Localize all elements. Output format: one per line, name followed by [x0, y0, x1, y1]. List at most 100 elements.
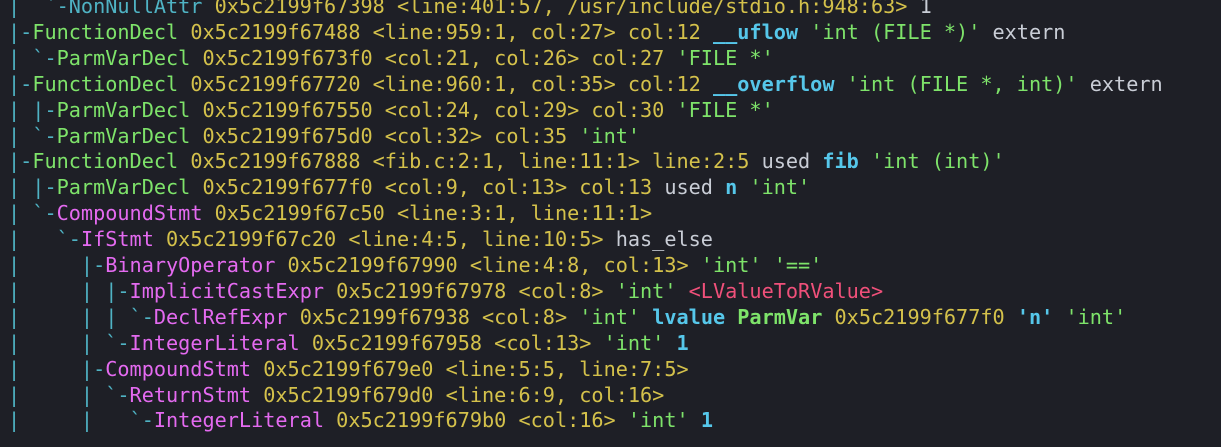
ast-token-addr: 0x5c2199f679b0 — [336, 408, 519, 433]
ast-token-num: 1 — [700, 408, 713, 433]
ast-token-mag: DeclRefExpr — [153, 304, 300, 329]
ast-token-grnb: ParmVar — [737, 304, 835, 329]
ast-token-grn: FunctionDecl — [32, 19, 191, 44]
ast-token-loc: <col:16> — [518, 408, 628, 433]
ast-token-grn: ParmVarDecl — [56, 175, 203, 200]
ast-token-loc: <fib.c:2:1, line:11:1> line:2:5 — [372, 149, 762, 174]
ast-token-str: 'FILE *' — [676, 97, 774, 122]
ast-token-loc: <line:5:5, line:7:5> — [445, 356, 689, 381]
ast-token-mag: CompoundStmt — [105, 356, 264, 381]
ast-line: | |-BinaryOperator 0x5c2199f67990 <line:… — [8, 252, 822, 278]
ast-token-addr: 0x5c2199f679d0 — [263, 382, 446, 407]
ast-token-str: 'FILE *' — [676, 45, 774, 70]
ast-token-id: __uflow — [712, 19, 811, 44]
ast-token-plain: used — [664, 175, 726, 200]
ast-token-mag: ImplicitCastExpr — [129, 278, 337, 303]
ast-token-str: 'int' — [615, 278, 689, 303]
ast-token-loc: <col:8> — [482, 304, 580, 329]
ast-token-str: 'int (FILE *, int)' — [846, 71, 1090, 96]
ast-token-addr: 0x5c2199f677f0 — [202, 175, 385, 200]
ast-token-addr: 0x5c2199f67c20 — [166, 227, 349, 252]
ast-token-id: n — [725, 175, 750, 200]
terminal-output[interactable]: | `-NonNullAttr 0x5c2199f67398 <line:401… — [0, 0, 1221, 447]
ast-token-str: 'int (int)' — [870, 149, 1005, 174]
ast-token-grn: FunctionDecl — [32, 149, 191, 174]
ast-token-red: <LValueToRValue> — [688, 278, 884, 303]
ast-line: | `-ParmVarDecl 0x5c2199f673f0 <col:21, … — [8, 45, 774, 71]
ast-token-addr: 0x5c2199f67c50 — [214, 201, 397, 226]
ast-token-mag: CompoundStmt — [56, 201, 215, 226]
ast-token-loc: <col:21, col:26> col:27 — [384, 45, 677, 70]
ast-token-id: __overflow — [712, 71, 847, 96]
ast-token-addr: 0x5c2199f67958 — [311, 330, 495, 355]
ast-token-mag: BinaryOperator — [105, 253, 288, 277]
ast-token-num: 1 — [676, 330, 689, 355]
ast-token-loc: <col:8> — [518, 278, 616, 303]
ast-token-mag: ReturnStmt — [129, 382, 264, 407]
ast-token-grn: ParmVarDecl — [56, 45, 203, 70]
ast-token-loc: <col:9, col:13> col:13 — [384, 175, 665, 200]
ast-token-tree: | | `- — [8, 330, 130, 355]
ast-token-tree: | |- — [8, 97, 57, 122]
ast-token-tree: | `- — [8, 45, 57, 70]
ast-token-tree: | `- — [8, 227, 81, 252]
ast-token-tree: |- — [8, 71, 33, 96]
ast-token-tree: | `- — [8, 123, 57, 148]
ast-token-addr: 0x5c2199f67990 — [287, 253, 470, 277]
ast-line: | |-ParmVarDecl 0x5c2199f67550 <col:24, … — [8, 97, 774, 123]
ast-token-tree: |- — [8, 149, 33, 174]
ast-line: | | `-IntegerLiteral 0x5c2199f67958 <col… — [8, 330, 689, 356]
ast-line: | `-NonNullAttr 0x5c2199f67398 <line:401… — [8, 0, 932, 19]
ast-token-addr: 0x5c2199f67398 — [214, 0, 397, 18]
ast-line: |-FunctionDecl 0x5c2199f67488 <line:959:… — [8, 19, 1065, 45]
ast-token-addr: 0x5c2199f67720 — [190, 71, 373, 96]
ast-token-loc: <line:4:5, line:10:5> — [348, 227, 616, 252]
ast-token-grn: ParmVarDecl — [56, 123, 203, 148]
ast-token-id: fib — [822, 149, 871, 174]
ast-token-str: 'int' — [627, 408, 701, 433]
ast-line: | |-CompoundStmt 0x5c2199f679e0 <line:5:… — [8, 356, 689, 382]
ast-token-plain: extern — [1089, 71, 1163, 96]
ast-line: | |-ParmVarDecl 0x5c2199f677f0 <col:9, c… — [8, 174, 810, 200]
ast-token-str: 'int' — [579, 123, 641, 148]
ast-line: | | `-IntegerLiteral 0x5c2199f679b0 <col… — [8, 407, 713, 433]
ast-token-mag: IfStmt — [80, 227, 167, 252]
ast-token-tree: | |- — [8, 253, 106, 277]
ast-line: |-FunctionDecl 0x5c2199f67888 <fib.c:2:1… — [8, 148, 1005, 174]
ast-line: | | | `-DeclRefExpr 0x5c2199f67938 <col:… — [8, 304, 1126, 330]
ast-token-mag: IntegerLiteral — [129, 330, 312, 355]
ast-token-plain: used — [761, 149, 823, 174]
ast-token-addr: 0x5c2199f67550 — [202, 97, 385, 122]
ast-token-addr: 0x5c2199f675d0 — [202, 123, 385, 148]
ast-token-str: 'int (FILE *)' — [810, 19, 993, 44]
ast-line: |-FunctionDecl 0x5c2199f67720 <line:960:… — [8, 71, 1163, 97]
ast-token-loc: <line:960:1, col:35> col:12 — [372, 71, 713, 96]
ast-line: | | `-ReturnStmt 0x5c2199f679d0 <line:6:… — [8, 382, 664, 408]
ast-token-loc: <col:24, col:29> col:30 — [384, 97, 677, 122]
ast-token-loc: <line:6:9, col:16> — [445, 382, 665, 407]
ast-token-mag: IntegerLiteral — [153, 408, 337, 433]
ast-line: | `-ParmVarDecl 0x5c2199f675d0 <col:32> … — [8, 123, 640, 149]
ast-token-str: 'int' — [579, 304, 653, 329]
ast-token-plain: has_else — [615, 227, 713, 252]
ast-token-addr: 0x5c2199f679e0 — [263, 356, 446, 381]
ast-token-addr: 0x5c2199f67938 — [299, 304, 483, 329]
ast-token-addr: 0x5c2199f67488 — [190, 19, 373, 44]
ast-token-tree: | `- — [8, 201, 57, 226]
ast-token-addr: 0x5c2199f677f0 — [834, 304, 1017, 329]
ast-token-loc: <line:3:1, line:11:1> — [396, 201, 653, 226]
ast-token-tree: | | |- — [8, 278, 130, 303]
ast-token-tree: | |- — [8, 175, 57, 200]
ast-token-grn: FunctionDecl — [32, 71, 191, 96]
ast-token-addr: 0x5c2199f67888 — [190, 149, 373, 174]
ast-line: | | |-ImplicitCastExpr 0x5c2199f67978 <c… — [8, 278, 883, 304]
ast-token-loc: <line:959:1, col:27> col:12 — [372, 19, 713, 44]
ast-line: | `-CompoundStmt 0x5c2199f67c50 <line:3:… — [8, 200, 652, 226]
ast-token-grn: ParmVarDecl — [56, 97, 203, 122]
ast-token-tree: |- — [8, 19, 33, 44]
ast-token-loc: <col:13> — [494, 330, 604, 355]
ast-token-loc: <line:401:57, /usr/include/stdio.h:948:6… — [396, 0, 920, 18]
ast-line: | `-IfStmt 0x5c2199f67c20 <line:4:5, lin… — [8, 226, 713, 252]
ast-token-tree: | | | `- — [8, 304, 154, 329]
ast-token-id: lvalue — [652, 304, 738, 329]
